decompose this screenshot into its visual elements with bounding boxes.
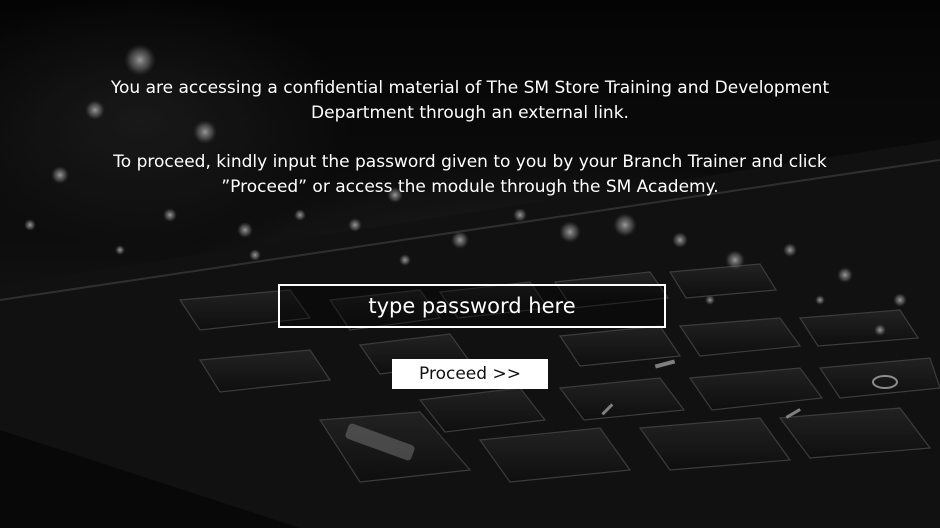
- proceed-button[interactable]: Proceed >>: [392, 359, 548, 389]
- login-screen: You are accessing a confidential materia…: [0, 0, 940, 528]
- notice-paragraph-1: You are accessing a confidential materia…: [110, 78, 830, 123]
- password-input[interactable]: [280, 286, 664, 326]
- confidential-notice: You are accessing a confidential materia…: [90, 76, 850, 200]
- notice-paragraph-2: To proceed, kindly input the password gi…: [113, 152, 827, 197]
- password-field-container: [278, 284, 666, 328]
